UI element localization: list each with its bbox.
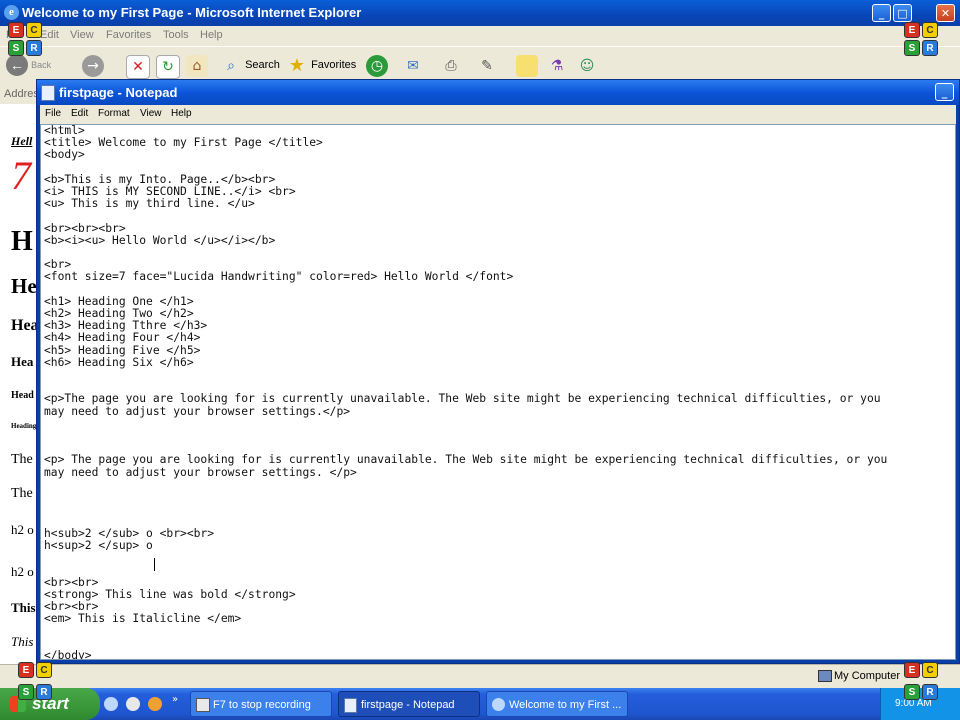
taskbar: » F7 to stop recording firstpage - Notep… — [0, 688, 960, 720]
research-icon[interactable]: ⚗ — [546, 55, 568, 77]
ie-close-button[interactable]: ✕ — [936, 4, 955, 22]
preview-subscript: h2 o — [11, 522, 34, 537]
preview-heading-1: H — [11, 226, 33, 257]
overlay-e-button[interactable]: E — [18, 662, 34, 678]
computer-icon — [818, 670, 832, 682]
task-label-notepad: firstpage - Notepad — [361, 699, 455, 711]
notepad-text-area[interactable]: <html> <title> Welcome to my First Page … — [40, 124, 956, 660]
task-button-recording[interactable]: F7 to stop recording — [190, 691, 332, 717]
overlay-r-button[interactable]: R — [36, 684, 52, 700]
back-arrow-icon: ← — [6, 54, 28, 77]
notepad-window: firstpage - Notepad _ File Edit Format V… — [36, 79, 960, 664]
discuss-icon[interactable] — [516, 55, 538, 77]
ie-title-text: Welcome to my First Page - Microsoft Int… — [22, 5, 362, 20]
notepad-menu-edit[interactable]: Edit — [71, 108, 88, 119]
search-label: Search — [245, 59, 280, 71]
overlay-c-button[interactable]: C — [922, 662, 938, 678]
preview-heading-6: Heading — [11, 422, 37, 430]
notepad-titlebar[interactable]: firstpage - Notepad _ — [37, 80, 959, 105]
quicklaunch-ie2-icon[interactable] — [148, 697, 162, 711]
home-icon[interactable]: ⌂ — [186, 55, 208, 77]
ie-address-bar[interactable]: Address — [0, 84, 44, 104]
ie-app-icon: e — [4, 5, 19, 20]
preview-bold-italic-line: Hell — [11, 134, 33, 148]
preview-heading-2: He — [11, 274, 37, 298]
notepad-menu-help[interactable]: Help — [171, 108, 192, 119]
preview-heading-4: Hea — [11, 354, 34, 369]
quicklaunch-media-icon[interactable] — [126, 697, 140, 711]
recorder-icon — [196, 698, 210, 712]
messenger-icon[interactable]: ☺ — [576, 55, 598, 77]
stop-icon[interactable]: ✕ — [126, 55, 150, 79]
ie-statusbar: My Computer — [0, 664, 960, 689]
preview-em: This — [11, 634, 34, 649]
preview-paragraph-2: The — [11, 486, 33, 501]
task-label-recording: F7 to stop recording — [213, 699, 311, 711]
ie-menu-edit[interactable]: Edit — [40, 29, 59, 41]
refresh-icon[interactable]: ↻ — [156, 55, 180, 79]
ie-task-icon — [492, 698, 505, 711]
notepad-menu-file[interactable]: File — [45, 108, 61, 119]
overlay-e-button[interactable]: E — [904, 22, 920, 38]
quicklaunch-ie-icon[interactable] — [104, 697, 118, 711]
notepad-task-icon — [344, 698, 357, 713]
overlay-s-button[interactable]: S — [904, 40, 920, 56]
ie-titlebar[interactable]: e Welcome to my First Page - Microsoft I… — [0, 0, 960, 26]
star-icon: ★ — [288, 55, 306, 76]
preview-red-hello: 7 — [11, 153, 31, 198]
overlay-s-button[interactable]: S — [18, 684, 34, 700]
favorites-button[interactable]: ★ Favorites — [286, 53, 356, 77]
ie-menu-help[interactable]: Help — [200, 29, 223, 41]
notepad-app-icon — [41, 85, 55, 101]
ie-menu-favorites[interactable]: Favorites — [106, 29, 151, 41]
preview-heading-5: Head — [11, 390, 34, 401]
notepad-menu-view[interactable]: View — [140, 108, 162, 119]
ie-menubar: File Edit View Favorites Tools Help — [0, 26, 960, 46]
preview-superscript: h2 o — [11, 564, 34, 579]
overlay-r-button[interactable]: R — [922, 684, 938, 700]
overlay-e-button[interactable]: E — [904, 662, 920, 678]
notepad-menubar: File Edit Format View Help — [40, 105, 956, 124]
overlay-c-button[interactable]: C — [26, 22, 42, 38]
task-button-ie[interactable]: Welcome to my First ... — [486, 691, 628, 717]
back-label: Back — [31, 60, 52, 70]
overlay-s-button[interactable]: S — [904, 684, 920, 700]
notepad-minimize-button[interactable]: _ — [935, 83, 954, 101]
overlay-s-button[interactable]: S — [8, 40, 24, 56]
search-button[interactable]: ⌕ Search — [220, 53, 280, 77]
mail-icon[interactable]: ✉ — [402, 55, 424, 77]
ie-page-content: Hell 7 H He Hea Hea Head Heading The The… — [0, 104, 40, 664]
system-tray: 9:00 AM — [880, 688, 960, 720]
ie-menu-view[interactable]: View — [70, 29, 94, 41]
task-button-notepad[interactable]: firstpage - Notepad — [338, 691, 480, 717]
overlay-c-button[interactable]: C — [922, 22, 938, 38]
search-icon: ⌕ — [227, 57, 235, 74]
preview-heading-3: Hea — [11, 317, 39, 334]
notepad-menu-format[interactable]: Format — [98, 108, 130, 119]
overlay-r-button[interactable]: R — [26, 40, 42, 56]
history-icon[interactable]: ◷ — [366, 55, 388, 77]
overlay-e-button[interactable]: E — [8, 22, 24, 38]
notepad-text-content[interactable]: <html> <title> Welcome to my First Page … — [44, 125, 887, 659]
print-icon[interactable]: ⎙ — [440, 55, 462, 77]
overlay-c-button[interactable]: C — [36, 662, 52, 678]
forward-arrow-icon[interactable]: → — [82, 55, 104, 77]
task-label-ie: Welcome to my First ... — [509, 699, 622, 711]
text-cursor — [154, 558, 155, 571]
status-zone: My Computer — [834, 670, 901, 682]
preview-strong: This — [11, 600, 36, 615]
favorites-label: Favorites — [311, 59, 357, 71]
overlay-r-button[interactable]: R — [922, 40, 938, 56]
notepad-title-text: firstpage - Notepad — [59, 85, 178, 100]
ie-menu-tools[interactable]: Tools — [163, 29, 189, 41]
ie-minimize-button[interactable]: _ — [872, 4, 891, 22]
quicklaunch-expand-icon[interactable]: » — [172, 694, 178, 705]
back-button[interactable]: ← Back — [6, 53, 51, 77]
preview-paragraph-1: The — [11, 452, 33, 467]
edit-icon[interactable]: ✎ — [476, 55, 498, 77]
ie-maximize-button[interactable]: □ — [893, 4, 912, 22]
